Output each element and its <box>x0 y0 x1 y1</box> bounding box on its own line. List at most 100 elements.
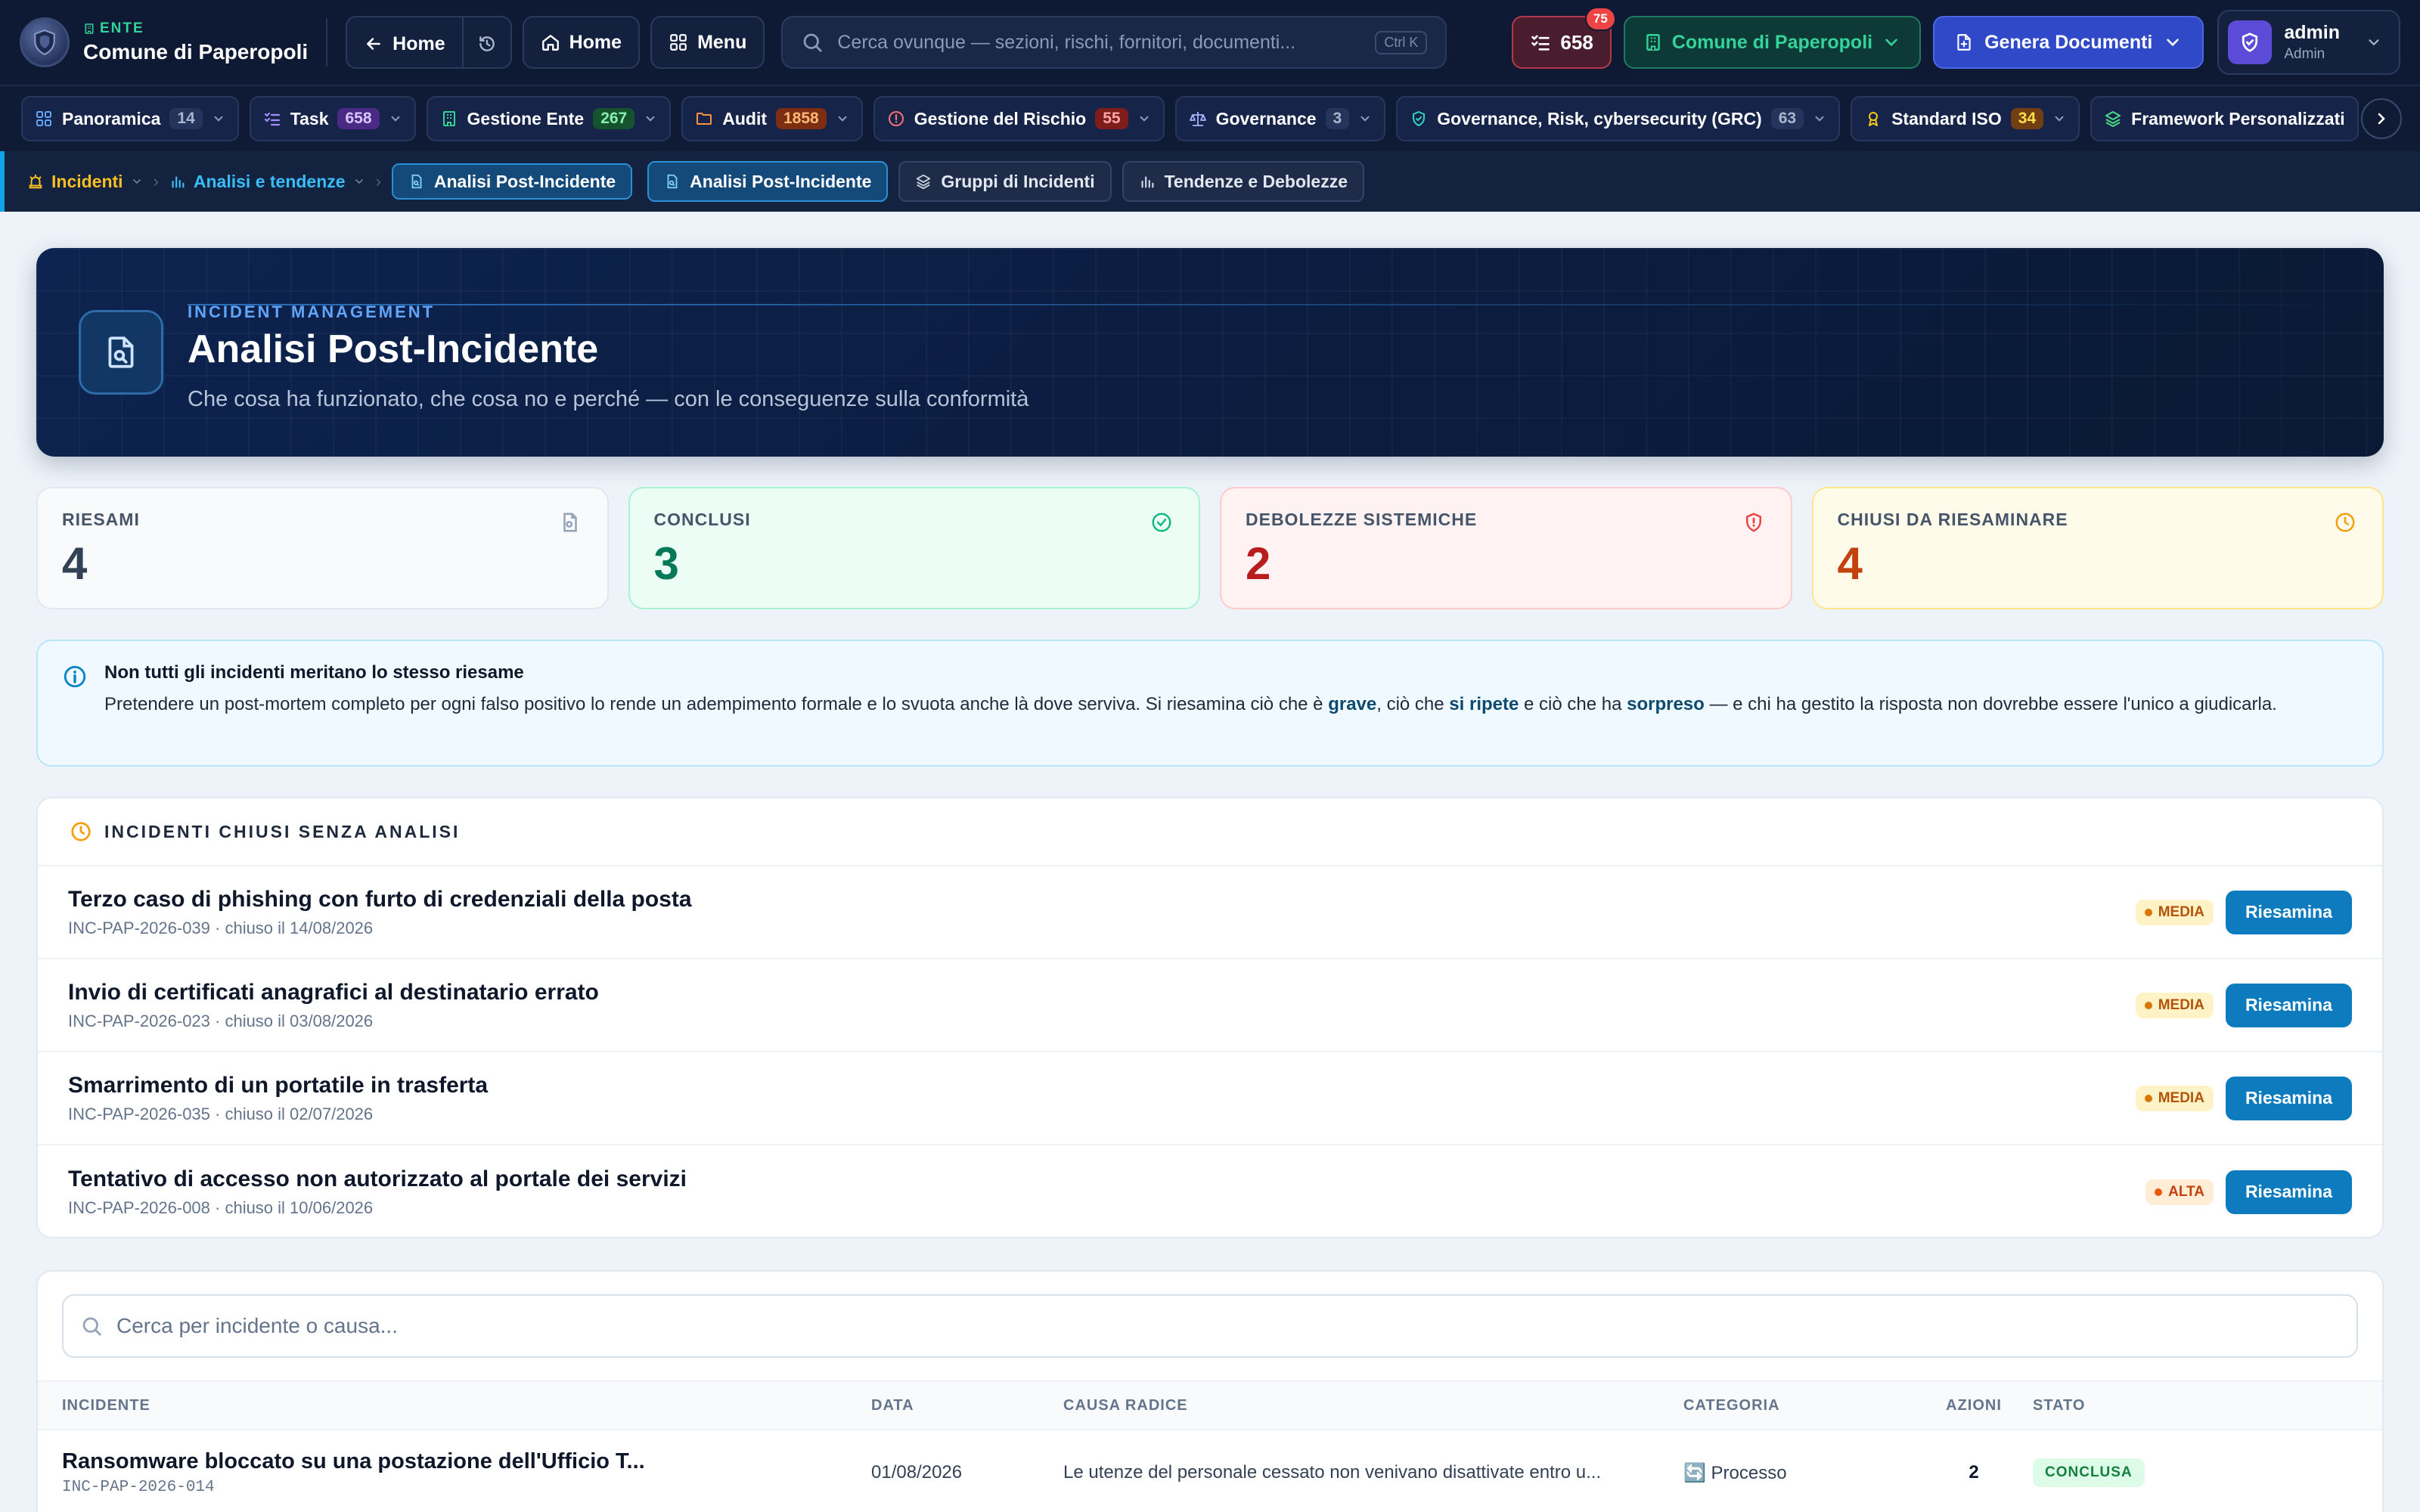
arrow-left-icon <box>367 38 381 50</box>
history-button[interactable] <box>461 17 510 67</box>
incident-title[interactable]: Tentativo di accesso non autorizzato al … <box>68 1167 2145 1192</box>
module-tab-5[interactable]: Governance 3 <box>1174 96 1386 141</box>
ente-selector[interactable]: Comune di Paperopoli <box>1623 16 1922 69</box>
layers-icon <box>917 174 931 190</box>
generate-documents-button[interactable]: Genera Documenti <box>1933 16 2204 69</box>
search-shortcut: Ctrl K <box>1375 30 1428 54</box>
severity-badge: MEDIA <box>2135 899 2214 925</box>
clock-icon <box>2335 513 2355 532</box>
module-count-badge: 267 <box>593 108 635 129</box>
bar-chart-icon <box>1141 176 1154 188</box>
riesamina-button[interactable]: Riesamina <box>2225 1076 2352 1120</box>
severity-badge: MEDIA <box>2135 992 2214 1018</box>
chevron-down-icon <box>1885 39 1897 47</box>
page-header: INCIDENT MANAGEMENT Analisi Post-Inciden… <box>36 248 2384 457</box>
home-button[interactable]: Home <box>522 16 641 69</box>
breadcrumb: Incidenti › Analisi e tendenze › Analisi… <box>0 151 2420 212</box>
tab-analisi-post-incidente[interactable]: Analisi Post-Incidente <box>647 161 889 202</box>
col-data[interactable]: DATA <box>871 1397 1063 1414</box>
table-search-input[interactable]: Cerca per incidente o causa... <box>62 1294 2358 1358</box>
row-incident-code: INC-PAP-2026-014 <box>62 1479 215 1496</box>
incident-title[interactable]: Terzo caso di phishing con furto di cred… <box>68 887 2136 912</box>
col-azioni[interactable]: AZIONI <box>1915 1397 2033 1414</box>
module-bar: Panoramica 14 Task 658 Gestione Ente 267 Audit… <box>0 85 2420 151</box>
org-logo[interactable] <box>20 17 70 67</box>
module-label: Gestione Ente <box>467 108 585 129</box>
module-tab-3[interactable]: Audit 1858 <box>681 96 863 141</box>
module-tab-6[interactable]: Governance, Risk, cybersecurity (GRC) 63 <box>1396 96 1841 141</box>
riesamina-button[interactable]: Riesamina <box>2225 890 2352 934</box>
module-count-badge: 14 <box>169 108 203 129</box>
check-circle-icon <box>1152 513 1171 532</box>
chevron-down-icon <box>1140 116 1149 122</box>
tasks-button[interactable]: 658 75 <box>1512 7 1616 69</box>
module-tab-1[interactable]: Task 658 <box>249 96 416 141</box>
org-kicker: ENTE <box>100 20 144 36</box>
riesamina-button[interactable]: Riesamina <box>2225 1170 2352 1214</box>
tab-gruppi-incidenti[interactable]: Gruppi di Incidenti <box>898 161 1112 202</box>
checklist-icon <box>1531 35 1550 51</box>
module-tab-4[interactable]: Gestione del Rischio 55 <box>873 96 1165 141</box>
module-label: Gestione del Rischio <box>914 108 1087 129</box>
home-icon <box>541 35 559 51</box>
breadcrumb-current[interactable]: Analisi Post-Incidente <box>391 163 633 200</box>
module-label: Governance <box>1215 108 1317 129</box>
riesamina-button[interactable]: Riesamina <box>2225 983 2352 1027</box>
incident-title[interactable]: Invio di certificati anagrafici al desti… <box>68 980 2136 1005</box>
col-stato[interactable]: STATO <box>2033 1397 2382 1414</box>
search-placeholder: Cerca ovunque — sezioni, rischi, fornito… <box>837 31 1296 53</box>
avatar <box>2228 20 2273 64</box>
menu-button[interactable]: Menu <box>650 16 765 69</box>
document-plus-icon <box>1957 34 1971 51</box>
chevron-down-icon <box>214 116 223 122</box>
reviews-table-panel: Cerca per incidente o causa... INCIDENTE… <box>36 1270 2384 1512</box>
user-menu[interactable]: admin Admin <box>2217 10 2400 75</box>
checklist-icon <box>264 112 280 126</box>
tab-tendenze-debolezze[interactable]: Tendenze e Debolezze <box>1122 161 1365 202</box>
chevron-down-icon <box>132 179 141 184</box>
info-callout: Non tutti gli incidenti meritano lo stes… <box>36 640 2384 767</box>
module-tab-7[interactable]: Standard ISO 34 <box>1851 96 2080 141</box>
building-icon <box>1646 34 1660 51</box>
unreviewed-list: Terzo caso di phishing con furto di cred… <box>38 866 2382 1237</box>
list-item: Terzo caso di phishing con furto di cred… <box>38 866 2382 959</box>
row-category: 🔄 Processo <box>1683 1462 1787 1483</box>
module-count-badge: 55 <box>1095 108 1128 129</box>
kpi-riesami: RIESAMI 4 <box>36 487 609 609</box>
shield-alert-icon <box>1745 513 1761 532</box>
org-name: Comune di Paperopoli <box>83 40 309 64</box>
page-title: Analisi Post-Incidente <box>188 327 599 371</box>
module-count-badge: 3 <box>1325 108 1350 129</box>
breadcrumb-analisi[interactable]: Analisi e tendenze <box>169 172 365 192</box>
grid-icon <box>36 111 51 126</box>
module-tab-8[interactable]: Framework Personalizzati <box>2090 96 2359 141</box>
doc-search-icon <box>667 174 678 189</box>
modules-scroll-right-button[interactable] <box>2361 98 2402 139</box>
module-count-badge: 658 <box>337 108 380 129</box>
crest-icon <box>34 29 55 55</box>
back-home-label: Home <box>392 33 445 54</box>
col-causa-radice[interactable]: CAUSA RADICE <box>1063 1397 1683 1414</box>
global-search-input[interactable]: Cerca ovunque — sezioni, rischi, fornito… <box>781 16 1447 69</box>
col-incidente[interactable]: INCIDENTE <box>38 1397 871 1414</box>
module-tab-2[interactable]: Gestione Ente 267 <box>426 96 672 141</box>
row-incident-title[interactable]: Ransomware bloccato su una postazione de… <box>62 1449 871 1474</box>
incident-meta: INC-PAP-2026-008 · chiuso il 10/06/2026 <box>68 1198 374 1217</box>
module-count-badge: 1858 <box>776 108 827 129</box>
col-categoria[interactable]: CATEGORIA <box>1683 1397 1915 1414</box>
kpi-debolezze-sistemiche: DEBOLEZZE SISTEMICHE 2 <box>1220 487 1792 609</box>
building-icon <box>442 111 455 126</box>
kpi-chiusi-da-riesaminare: CHIUSI DA RIESAMINARE 4 <box>1811 487 2384 609</box>
table-row[interactable]: Ransomware bloccato su una postazione de… <box>38 1430 2382 1512</box>
divider <box>326 18 328 67</box>
unreviewed-incidents-panel: INCIDENTI CHIUSI SENZA ANALISI Terzo cas… <box>36 797 2384 1238</box>
building-icon <box>85 23 94 34</box>
siren-icon <box>29 174 42 189</box>
breadcrumb-incidenti[interactable]: Incidenti <box>27 172 143 192</box>
panel-title: INCIDENTI CHIUSI SENZA ANALISI <box>104 821 461 841</box>
incident-title[interactable]: Smarrimento di un portatile in trasferta <box>68 1073 2136 1098</box>
module-count-badge: 63 <box>1770 108 1804 129</box>
chevron-down-icon <box>838 116 847 122</box>
back-home-button[interactable]: Home <box>347 17 462 67</box>
module-tab-0[interactable]: Panoramica 14 <box>21 96 239 141</box>
